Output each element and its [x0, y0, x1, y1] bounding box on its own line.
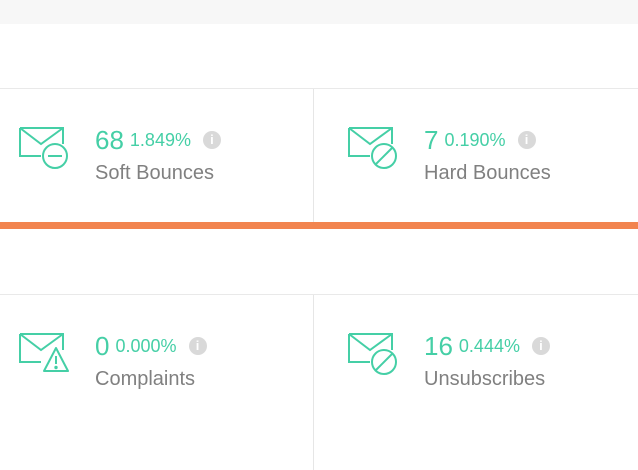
mail-blocked-icon [348, 330, 398, 376]
stat-label: Hard Bounces [424, 162, 551, 184]
mail-blocked-icon [348, 124, 398, 170]
info-icon[interactable]: i [188, 337, 207, 355]
stat-percent: 0.444% [458, 336, 520, 356]
stat-unsubscribes: 16 0.444% i Unsubscribes [348, 330, 638, 400]
info-icon[interactable]: i [517, 131, 536, 149]
top-bar [0, 0, 638, 24]
mail-minus-icon [19, 124, 69, 170]
stat-count: 16 [424, 331, 453, 361]
stat-label: Unsubscribes [424, 368, 546, 390]
stat-complaints: 0 0.000% i Complaints [19, 330, 309, 400]
stat-percent: 0.000% [115, 336, 177, 356]
info-icon[interactable]: i [202, 131, 221, 149]
stat-label: Complaints [95, 368, 196, 390]
stat-count: 7 [424, 125, 439, 155]
stat-hard-bounces: 7 0.190% i Hard Bounces [348, 124, 638, 194]
stat-label: Soft Bounces [95, 162, 214, 184]
mail-warning-icon [19, 330, 69, 376]
stat-soft-bounces: 68 1.849% i Soft Bounces [19, 124, 309, 194]
column-divider [313, 295, 314, 470]
stat-percent: 1.849% [129, 130, 191, 150]
stat-percent: 0.190% [444, 130, 506, 150]
info-icon[interactable]: i [531, 337, 550, 355]
accent-bar [0, 222, 638, 229]
stat-count: 0 [95, 331, 110, 361]
stat-count: 68 [95, 125, 124, 155]
column-divider [313, 89, 314, 223]
